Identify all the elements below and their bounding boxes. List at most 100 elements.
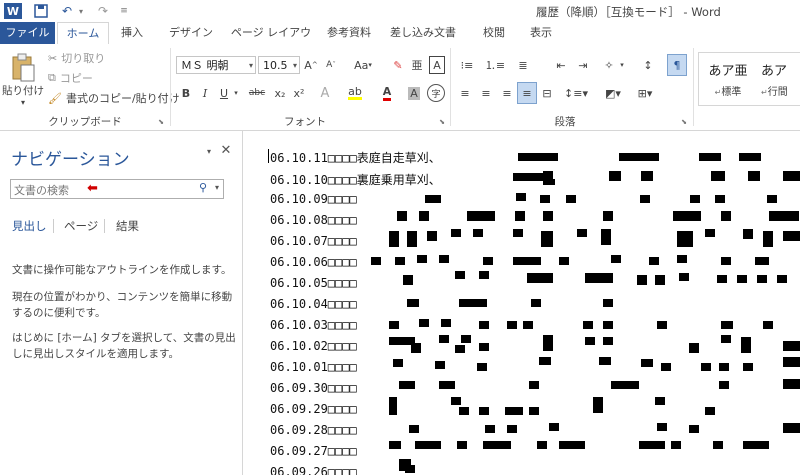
pane-options-icon[interactable]: ▾ <box>204 145 214 157</box>
search-dropdown-icon[interactable]: ▾ <box>215 183 219 192</box>
phonetic-guide-icon[interactable]: 亜 <box>409 56 425 74</box>
asian-layout-dropdown-icon[interactable]: ▾ <box>618 56 626 74</box>
navigation-pane: ナビゲーション ▾ ✕ 文書の検索 ⬅ ⚲ ▾ 見出し ページ 結果 文書に操作… <box>0 131 243 475</box>
undo-icon[interactable]: ↶ <box>58 2 76 20</box>
show-hide-marks-icon[interactable]: ¶ <box>667 54 687 76</box>
borders-icon[interactable]: ⊞▾ <box>632 84 658 102</box>
line-spacing-icon[interactable]: ↕≡▾ <box>564 84 588 102</box>
decrease-indent-icon[interactable]: ⇤ <box>552 56 570 74</box>
enclose-characters-icon[interactable]: 字 <box>427 84 445 102</box>
distributed-icon[interactable]: ⊟ <box>538 84 556 102</box>
text-cursor <box>268 149 269 163</box>
divider <box>53 219 54 233</box>
document-line: 06.10.05□□□□ <box>270 276 357 290</box>
document-line: 06.10.08□□□□ <box>270 213 357 227</box>
align-center-icon[interactable]: ≡ <box>477 84 495 102</box>
paste-icon <box>12 53 35 82</box>
asian-layout-icon[interactable]: ✧ <box>600 56 618 74</box>
tab-headings[interactable]: 見出し <box>12 218 47 234</box>
document-line: 06.10.06□□□□ <box>270 255 357 269</box>
document-line: 06.10.07□□□□ <box>270 234 357 248</box>
paragraph-launcher-icon[interactable]: ⬊ <box>680 118 688 126</box>
tab-review[interactable]: 校閲 <box>474 22 514 44</box>
scissors-icon: ✂ <box>48 51 58 65</box>
underline-button[interactable]: U <box>218 84 230 102</box>
divider <box>170 48 171 126</box>
tab-mailings[interactable]: 差し込み文書 <box>383 22 463 44</box>
strikethrough-button[interactable]: abc <box>246 84 268 102</box>
customize-qat-icon[interactable]: ≡ <box>118 2 130 20</box>
tab-file[interactable]: ファイル <box>0 22 55 44</box>
align-left-icon[interactable]: ≡ <box>456 84 474 102</box>
superscript-button[interactable]: x² <box>291 84 307 102</box>
undo-dropdown-icon[interactable]: ▾ <box>76 2 86 20</box>
font-name-select[interactable]: ＭＳ 明朝 ▾ <box>176 56 256 74</box>
subscript-button[interactable]: x₂ <box>272 84 288 102</box>
tab-home[interactable]: ホーム <box>57 22 109 46</box>
document-line: 06.10.01□□□□ <box>270 360 357 374</box>
grow-font-button[interactable]: A ^ <box>304 56 318 74</box>
paste-button[interactable]: 貼り付け ▾ <box>2 48 44 112</box>
justify-icon[interactable]: ≡ <box>517 82 537 104</box>
document-line: 06.10.11□□□□表庭自走草刈、 <box>270 151 441 165</box>
style-normal[interactable]: あア亜 ↵標準 <box>703 59 753 99</box>
format-painter-button[interactable]: 🖌 書式のコピー/貼り付け <box>48 90 180 106</box>
underline-dropdown-icon[interactable]: ▾ <box>232 84 240 102</box>
tab-view[interactable]: 表示 <box>520 22 562 44</box>
change-case-button[interactable]: Aa ▾ <box>350 56 376 74</box>
align-right-icon[interactable]: ≡ <box>498 84 516 102</box>
document-area[interactable]: 06.10.11□□□□表庭自走草刈、 06.10.10□□□□裏庭乗用草刈、 … <box>243 131 800 475</box>
character-shading-icon[interactable]: A <box>406 84 422 102</box>
search-input[interactable]: 文書の検索 ⬅ ⚲ ▾ <box>10 179 224 199</box>
document-line: 06.09.26□□□□ <box>270 465 357 475</box>
copy-button[interactable]: ⧉ コピー <box>48 70 93 86</box>
divider <box>693 48 694 126</box>
save-icon[interactable] <box>32 2 50 20</box>
clear-formatting-icon[interactable]: ✎ <box>390 56 406 74</box>
ribbon-tabs: ファイル ホーム 挿入 デザイン ページ レイアウト 参考資料 差し込み文書 校… <box>0 22 800 61</box>
italic-button[interactable]: I <box>199 84 211 102</box>
document-line: 06.10.02□□□□ <box>270 339 357 353</box>
text-effects-icon[interactable]: A <box>316 84 334 102</box>
document-line: 06.10.04□□□□ <box>270 297 357 311</box>
title-bar: W ↶ ▾ ↷ ≡ 履歴（降順）［互換モード］ - Word <box>0 0 800 22</box>
cut-button[interactable]: ✂ 切り取り <box>48 50 105 66</box>
character-border-button[interactable]: A <box>429 56 445 74</box>
shrink-font-button[interactable]: Aˇ <box>324 56 338 74</box>
styles-gallery: あア亜 ↵標準 あア ↵行間 <box>698 52 800 106</box>
tab-results[interactable]: 結果 <box>116 218 139 234</box>
divider <box>450 48 451 126</box>
search-icon[interactable]: ⚲ <box>199 181 207 194</box>
tab-pages[interactable]: ページ <box>64 218 98 234</box>
clipboard-launcher-icon[interactable]: ⬊ <box>157 118 165 126</box>
highlight-color-icon[interactable]: ab <box>346 84 364 102</box>
numbering-icon[interactable]: ⒈≡ <box>484 56 506 74</box>
tab-references[interactable]: 参考資料 <box>320 22 378 44</box>
tab-insert[interactable]: 挿入 <box>113 22 151 44</box>
nav-help-text-3: はじめに [ホーム] タブを選択して、文書の見出しに見出しスタイルを適用します。 <box>12 332 236 360</box>
tab-design[interactable]: デザイン <box>160 22 222 44</box>
style-no-spacing[interactable]: あア ↵行間 <box>761 59 800 99</box>
redo-icon[interactable]: ↷ <box>94 2 112 20</box>
word-app-icon[interactable]: W <box>4 3 22 19</box>
increase-indent-icon[interactable]: ⇥ <box>574 56 592 74</box>
multilevel-list-icon[interactable]: ≣ <box>512 56 534 74</box>
font-group-label: フォント <box>284 116 326 128</box>
font-launcher-icon[interactable]: ⬊ <box>438 118 446 126</box>
document-line: 06.09.27□□□□ <box>270 444 357 458</box>
document-line: 06.10.03□□□□ <box>270 318 357 332</box>
bold-button[interactable]: B <box>180 84 192 102</box>
document-line: 06.09.28□□□□ <box>270 423 357 437</box>
font-color-icon[interactable]: A <box>378 84 396 102</box>
bullets-icon[interactable]: ⁝≡ <box>456 56 478 74</box>
clipboard-group-label: クリップボード <box>48 116 122 128</box>
close-icon[interactable]: ✕ <box>220 143 232 158</box>
sort-icon[interactable]: ↕ <box>640 56 656 74</box>
font-size-select[interactable]: 10.5 ▾ <box>258 56 300 74</box>
tab-page-layout[interactable]: ページ レイアウト <box>226 22 316 61</box>
paragraph-group-label: 段落 <box>554 116 576 128</box>
red-arrow-annotation-icon: ⬅ <box>87 181 98 196</box>
divider <box>104 219 105 233</box>
shading-icon[interactable]: ◩▾ <box>600 84 626 102</box>
nav-help-text-1: 文書に操作可能なアウトラインを作成します。 <box>12 264 232 276</box>
